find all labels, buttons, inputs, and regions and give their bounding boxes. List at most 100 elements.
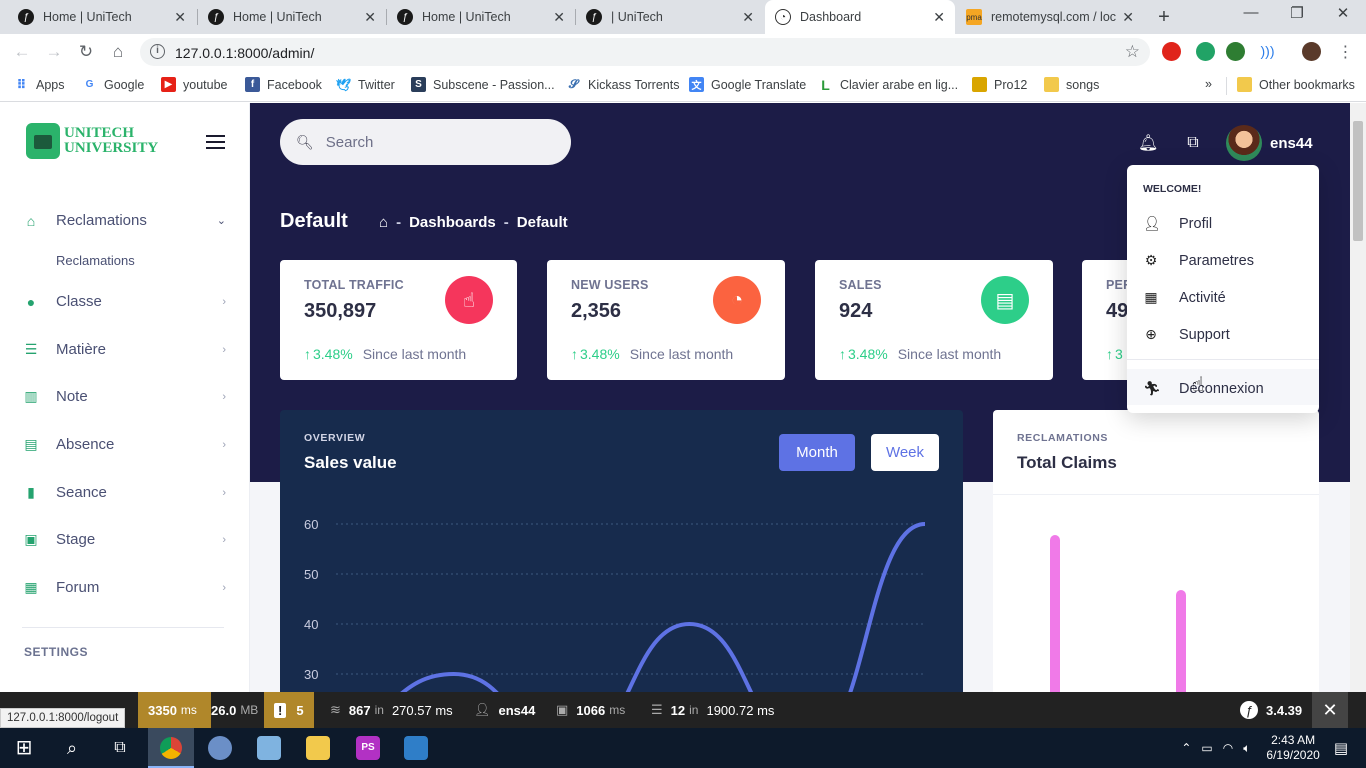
- browser-tab[interactable]: ƒ Home | UniTech ✕: [198, 0, 386, 34]
- sf-events[interactable]: ≋ 867 in 270.57 ms: [320, 692, 467, 728]
- browser-tab[interactable]: ƒ Home | UniTech ✕: [8, 0, 196, 34]
- sf-twig[interactable]: ▣ 1066 ms: [546, 692, 639, 728]
- sf-database[interactable]: ☰ 12 in 1900.72 ms: [641, 692, 788, 728]
- search-input[interactable]: 🔍︎ Search: [280, 119, 571, 165]
- notifications-icon[interactable]: ▤: [1334, 739, 1348, 757]
- browser-tab[interactable]: ƒ Home | UniTech ✕: [387, 0, 575, 34]
- close-icon[interactable]: ✕: [1122, 9, 1134, 26]
- url-text[interactable]: 127.0.0.1:8000/admin/: [175, 45, 314, 61]
- restore-icon[interactable]: ❐: [1285, 4, 1309, 22]
- home-icon[interactable]: ⌂: [107, 42, 129, 62]
- dropdown-item-support[interactable]: ⊕ Support: [1143, 326, 1313, 343]
- dropdown-item-parametres[interactable]: ⚙ Parametres: [1143, 252, 1313, 269]
- app-icon[interactable]: [208, 736, 232, 760]
- back-icon[interactable]: ←: [11, 42, 33, 62]
- clock[interactable]: 2:43 AM 6/19/2020: [1266, 733, 1319, 763]
- close-icon[interactable]: ✕: [933, 9, 945, 26]
- home-icon[interactable]: ⌂: [379, 214, 388, 231]
- dropdown-item-profil[interactable]: 👤︎ Profil: [1143, 215, 1313, 232]
- wave-extension-icon[interactable]: ))): [1258, 42, 1277, 61]
- sf-warnings-count: 5: [296, 702, 304, 718]
- bookmark-youtube[interactable]: ▶ youtube: [161, 77, 227, 92]
- dropdown-item-logout[interactable]: 🏃︎ Déconnexion: [1143, 380, 1313, 397]
- phpstorm-icon[interactable]: PS: [356, 736, 380, 760]
- wifi-icon[interactable]: ◠: [1223, 741, 1233, 755]
- minimize-icon[interactable]: —: [1239, 4, 1263, 21]
- arrow-up-icon: ↑: [571, 346, 578, 362]
- sidebar-item-stage[interactable]: ▣ Stage ›: [22, 531, 228, 548]
- bell-icon[interactable]: 🔔︎: [1138, 133, 1158, 153]
- sf-user[interactable]: 👤︎ ens44: [464, 692, 545, 728]
- bookmark-pro12[interactable]: Pro12: [972, 77, 1027, 92]
- scrollbar[interactable]: [1350, 103, 1366, 692]
- close-icon[interactable]: ✕: [553, 9, 565, 26]
- battery-icon[interactable]: ▭: [1201, 741, 1212, 755]
- sidebar-item-seance[interactable]: ▮ Seance ›: [22, 484, 228, 501]
- bookmark-subscene[interactable]: S Subscene - Passion...: [411, 77, 555, 92]
- search-icon: 🔍︎: [296, 133, 314, 150]
- sidebar-item-matiere[interactable]: ☰ Matière ›: [22, 341, 228, 358]
- windows-start-icon[interactable]: ⊞: [12, 736, 36, 760]
- month-button[interactable]: Month: [779, 434, 855, 471]
- week-button[interactable]: Week: [871, 434, 939, 471]
- logo[interactable]: UNITECH UNIVERSITY: [26, 123, 158, 159]
- close-icon[interactable]: ✕: [364, 9, 376, 26]
- volume-icon[interactable]: 🔈︎: [1243, 741, 1250, 756]
- sidebar-item-forum[interactable]: ▦ Forum ›: [22, 579, 228, 596]
- dropdown-item-activite[interactable]: ▦ Activité: [1143, 289, 1313, 306]
- scrollbar-thumb[interactable]: [1353, 121, 1363, 241]
- hamburger-menu-icon[interactable]: [206, 135, 225, 149]
- opera-extension-icon[interactable]: [1162, 42, 1181, 61]
- bookmark-apps[interactable]: ⠿ Apps: [14, 77, 64, 92]
- sidebar-subitem-reclamations[interactable]: Reclamations: [56, 253, 135, 268]
- close-icon[interactable]: ✕: [174, 9, 186, 26]
- forward-icon[interactable]: →: [43, 42, 65, 62]
- sidebar-item-absence[interactable]: ▤ Absence ›: [22, 436, 228, 453]
- browser-tab-active[interactable]: ◔ Dashboard ✕: [765, 0, 955, 34]
- close-icon[interactable]: ✕: [1312, 692, 1348, 728]
- bookmark-google[interactable]: G Google: [82, 77, 145, 92]
- globe-extension-icon[interactable]: [1226, 42, 1245, 61]
- menu-dots-icon[interactable]: ⋮: [1336, 42, 1355, 61]
- sf-db-count: 12: [670, 702, 686, 718]
- bookmark-kickass[interactable]: 𝓢 Kickass Torrents: [566, 77, 680, 92]
- shortcuts-icon[interactable]: ⧉: [1184, 134, 1202, 152]
- username[interactable]: ens44: [1270, 135, 1313, 152]
- bookmark-twitter[interactable]: 🕊 Twitter: [336, 77, 395, 92]
- app-icon[interactable]: [404, 736, 428, 760]
- bookmark-translate[interactable]: 文 Google Translate: [689, 77, 806, 92]
- bookmark-clavier[interactable]: L Clavier arabe en lig...: [818, 77, 958, 93]
- browser-tab[interactable]: pma remotemysql.com / loc ✕: [956, 0, 1144, 34]
- sf-time[interactable]: 3350 ms: [138, 692, 211, 728]
- close-icon[interactable]: ✕: [742, 9, 754, 26]
- bookmark-songs[interactable]: songs: [1044, 77, 1099, 92]
- grammarly-extension-icon[interactable]: [1196, 42, 1215, 61]
- search-icon[interactable]: ⌕: [60, 736, 84, 760]
- sidebar-item-note[interactable]: ▥ Note ›: [22, 388, 228, 405]
- new-tab-button[interactable]: +: [1153, 6, 1175, 28]
- chrome-taskbar-button[interactable]: [148, 728, 194, 768]
- bookmark-other[interactable]: Other bookmarks: [1237, 77, 1355, 92]
- avatar[interactable]: [1226, 125, 1262, 161]
- bookmark-facebook[interactable]: f Facebook: [245, 77, 322, 92]
- chevron-up-icon[interactable]: ⌃: [1181, 741, 1191, 755]
- sf-memory[interactable]: 26.0 MB: [201, 692, 272, 728]
- window-close-icon[interactable]: ✕: [1331, 4, 1355, 22]
- sf-logs[interactable]: ! 5: [264, 692, 314, 728]
- bookmark-star-icon[interactable]: ☆: [1125, 42, 1140, 62]
- profile-avatar[interactable]: [1302, 42, 1321, 61]
- omnibox[interactable]: i 127.0.0.1:8000/admin/ ☆: [140, 38, 1150, 66]
- bookmarks-overflow-icon[interactable]: »: [1205, 77, 1212, 91]
- sf-version[interactable]: ƒ 3.4.39: [1230, 692, 1312, 728]
- sidebar-item-classe[interactable]: ● Classe ›: [22, 293, 228, 310]
- box-app-icon[interactable]: [257, 736, 281, 760]
- y-tick-label: 60: [304, 517, 318, 532]
- info-icon[interactable]: i: [150, 44, 165, 59]
- lifebuoy-icon: ⊕: [1145, 326, 1157, 342]
- browser-tab[interactable]: ƒ | UniTech ✕: [576, 0, 764, 34]
- sidebar-item-reclamations[interactable]: ⌂ Reclamations ⌄: [22, 212, 228, 229]
- file-explorer-icon[interactable]: [306, 736, 330, 760]
- task-view-icon[interactable]: ⧉: [108, 736, 132, 760]
- breadcrumb-dashboards[interactable]: Dashboards: [409, 214, 496, 231]
- reload-icon[interactable]: ↻: [75, 42, 97, 62]
